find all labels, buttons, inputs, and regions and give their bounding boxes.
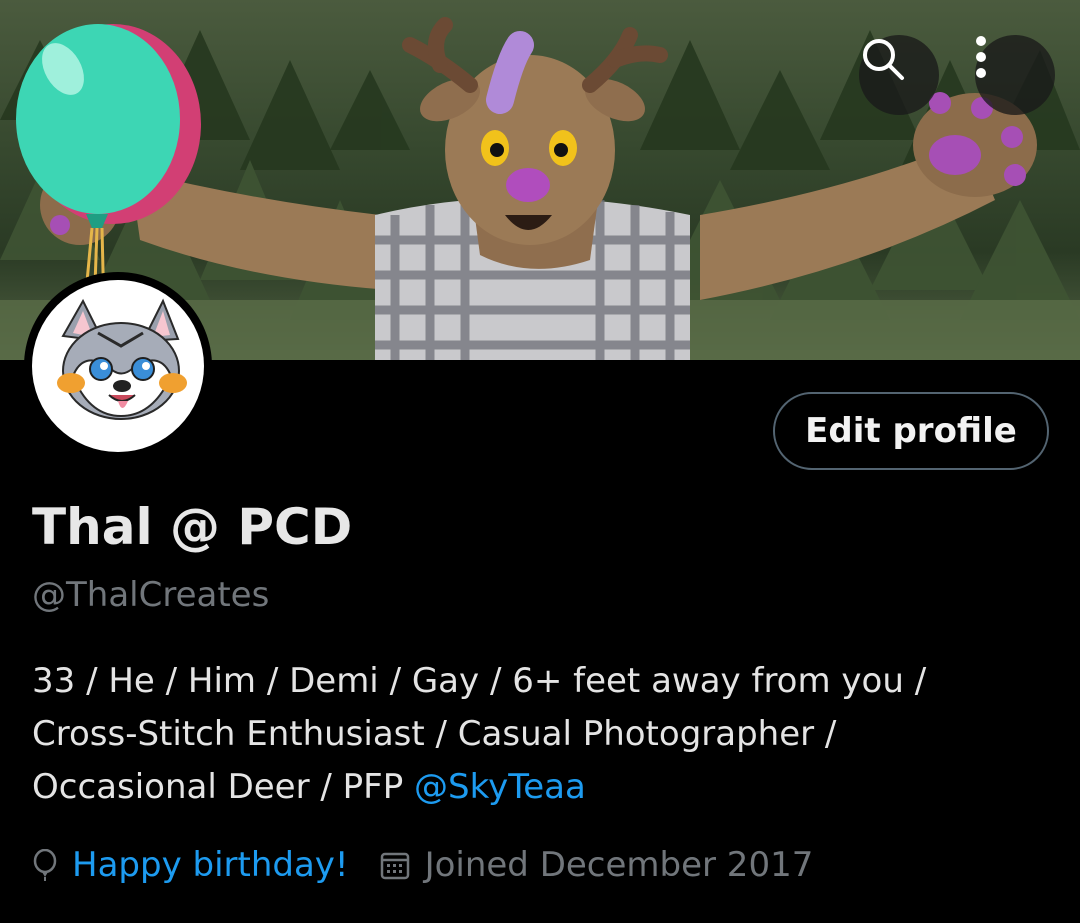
avatar[interactable] bbox=[24, 272, 212, 460]
bio-line-text: Occasional Deer / PFP bbox=[32, 767, 415, 807]
bio-line: Occasional Deer / PFP @SkyTeaa bbox=[32, 761, 1042, 814]
bio-line: Cross-Stitch Enthusiast / Casual Photogr… bbox=[32, 714, 837, 754]
search-icon bbox=[863, 39, 904, 80]
more-options-button[interactable] bbox=[975, 35, 1055, 115]
profile-meta: Happy birthday! Joined December 2017 bbox=[32, 840, 813, 890]
calendar-icon bbox=[379, 849, 411, 881]
profile-bio: 33 / He / Him / Demi / Gay / 6+ feet awa… bbox=[32, 655, 1042, 814]
display-name: Thal @ PCD bbox=[32, 498, 353, 556]
bio-line: 33 / He / Him / Demi / Gay / 6+ feet awa… bbox=[32, 661, 927, 701]
birthday-link[interactable]: Happy birthday! bbox=[72, 845, 349, 885]
search-button[interactable] bbox=[859, 35, 939, 115]
edit-profile-button[interactable]: Edit profile bbox=[773, 392, 1049, 470]
bio-mention-link[interactable]: @SkyTeaa bbox=[414, 767, 586, 807]
balloon-outline-icon bbox=[32, 849, 58, 881]
avatar-image bbox=[32, 280, 204, 452]
husky-avatar-icon bbox=[57, 298, 187, 420]
username-handle: @ThalCreates bbox=[32, 575, 270, 615]
joined-date: Joined December 2017 bbox=[424, 845, 814, 885]
more-vertical-icon bbox=[976, 36, 986, 78]
